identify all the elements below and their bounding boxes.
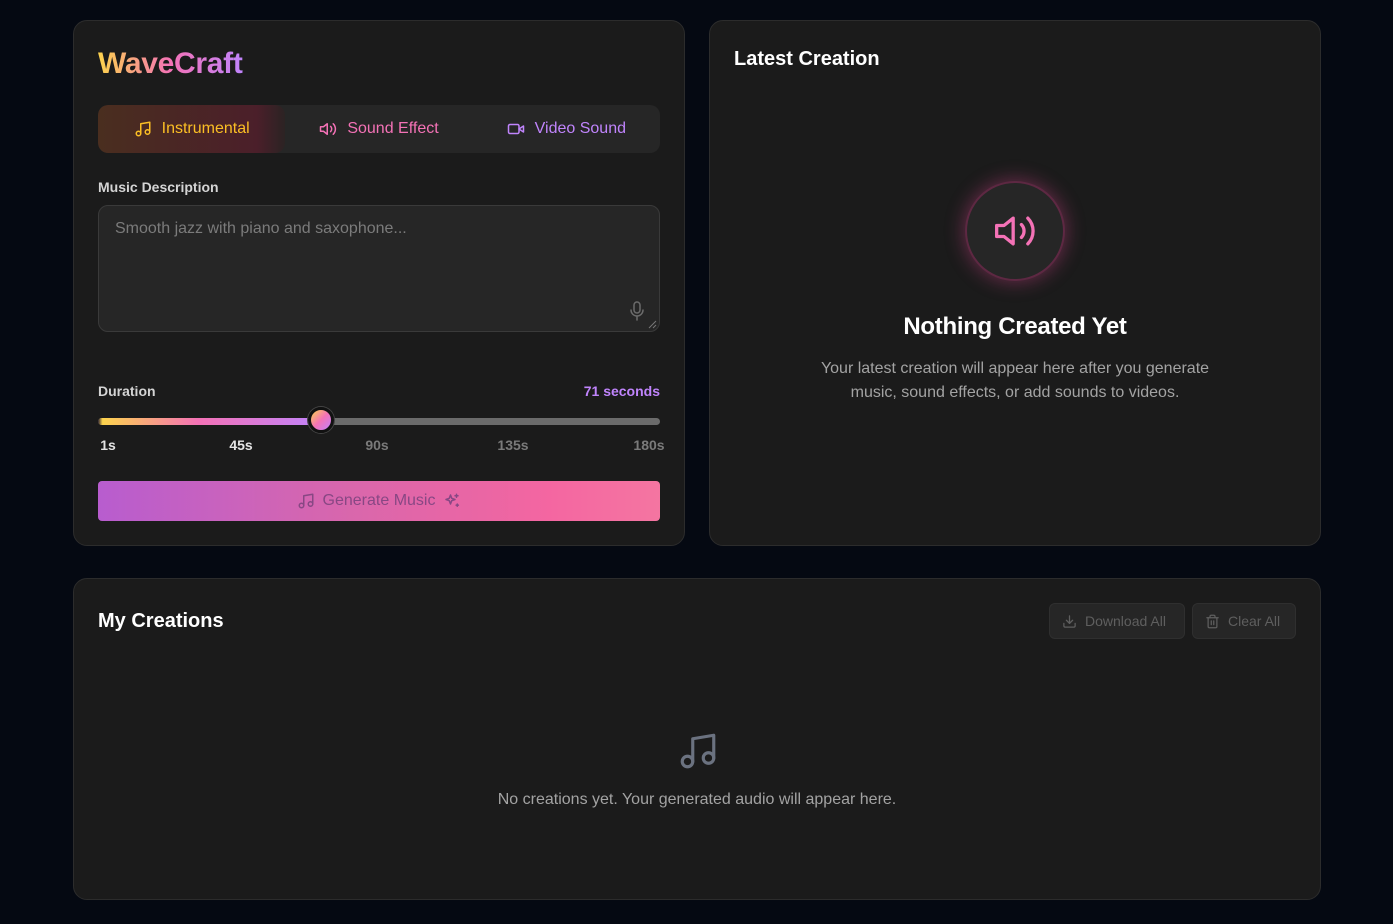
music-note-icon: [135, 121, 151, 137]
generator-panel: WaveCraft Instrumental Sound Effect Vide…: [73, 20, 685, 546]
tab-label: Video Sound: [534, 120, 626, 137]
tab-label: Sound Effect: [347, 120, 439, 137]
duration-slider-thumb[interactable]: [308, 407, 335, 433]
tick-label: 45s: [229, 437, 253, 453]
duration-ticks: 1s 45s 90s 135s 180s: [98, 437, 666, 457]
duration-slider-track[interactable]: [98, 418, 660, 425]
mode-tabs: Instrumental Sound Effect Video Sound: [98, 105, 660, 153]
tick-label: 90s: [365, 437, 389, 453]
tick-label: 135s: [497, 437, 529, 453]
music-note-icon: [298, 493, 314, 509]
empty-description: Your latest creation will appear here af…: [820, 360, 1210, 401]
description-placeholder: Smooth jazz with piano and saxophone...: [115, 220, 407, 237]
creations-title: My Creations: [98, 610, 224, 632]
tick-label: 180s: [633, 437, 665, 453]
generate-button[interactable]: Generate Music: [98, 481, 660, 521]
download-all-label: Download All: [1085, 613, 1166, 629]
no-creations-text: No creations yet. Your generated audio w…: [497, 791, 897, 808]
resize-grip-icon[interactable]: [648, 320, 657, 329]
latest-title: Latest Creation: [734, 48, 880, 70]
duration-label: Duration: [98, 383, 156, 399]
clear-all-button[interactable]: Clear All: [1192, 603, 1296, 639]
download-all-button[interactable]: Download All: [1049, 603, 1185, 639]
tab-instrumental[interactable]: Instrumental: [98, 105, 286, 153]
description-label: Music Description: [98, 179, 219, 195]
app-logo: WaveCraft: [98, 47, 243, 80]
trash-icon: [1206, 614, 1219, 628]
video-camera-icon: [507, 123, 524, 135]
speaker-icon: [995, 216, 1035, 246]
microphone-icon[interactable]: [629, 301, 645, 321]
my-creations-panel: My Creations Download All Clear All No c…: [73, 578, 1321, 900]
tick-label: 1s: [100, 437, 116, 453]
description-input[interactable]: Smooth jazz with piano and saxophone...: [98, 205, 660, 332]
tab-sound-effect[interactable]: Sound Effect: [285, 105, 472, 153]
empty-title: Nothing Created Yet: [903, 313, 1127, 340]
duration-value: 71 seconds: [583, 383, 660, 399]
tab-label: Instrumental: [161, 120, 250, 137]
speaker-icon: [320, 123, 337, 135]
sparkles-icon: [445, 493, 460, 507]
duration-slider-fill: [98, 418, 322, 425]
tab-video-sound[interactable]: Video Sound: [473, 105, 660, 153]
music-note-icon: [680, 733, 716, 769]
latest-creation-panel: Latest Creation Nothing Created Yet Your…: [709, 20, 1321, 546]
clear-all-label: Clear All: [1228, 613, 1281, 629]
download-icon: [1063, 614, 1076, 628]
empty-state-badge: [967, 183, 1063, 279]
generate-label: Generate Music: [322, 492, 436, 509]
